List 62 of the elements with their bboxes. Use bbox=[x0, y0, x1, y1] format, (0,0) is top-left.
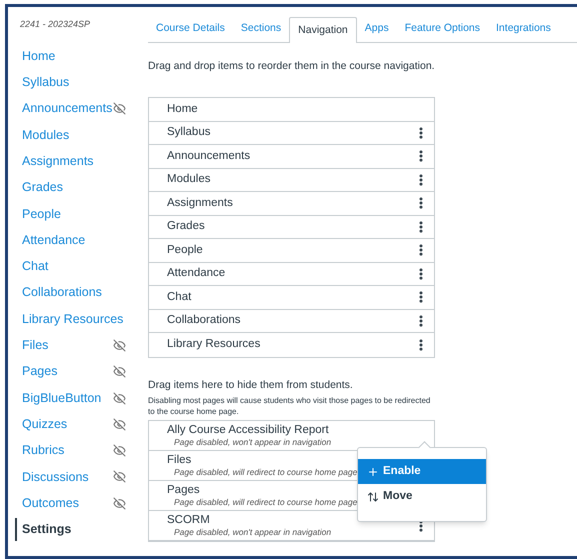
hidden-item-label: Files bbox=[167, 454, 192, 466]
settings-tab[interactable]: Integrations bbox=[488, 16, 559, 42]
navigation-item-label: Home bbox=[167, 102, 198, 117]
hidden-section-note: Disabling most pages will cause students who visit those pages to be redirected to the course home page. bbox=[148, 395, 432, 418]
navigation-item-label: Attendance bbox=[167, 266, 226, 282]
up-down-arrow-icon bbox=[367, 490, 379, 502]
settings-tab[interactable]: Course Details bbox=[148, 16, 233, 42]
sidebar-link[interactable]: Files bbox=[15, 336, 48, 355]
sidebar-link[interactable]: Assignments bbox=[15, 152, 94, 171]
navigation-item[interactable]: Grades bbox=[149, 216, 434, 239]
hidden-item-status: Page disabled, will redirect to course home page bbox=[173, 466, 358, 478]
sidebar-link[interactable]: Library Resources bbox=[15, 310, 124, 328]
navigation-item[interactable]: Attendance bbox=[149, 262, 434, 286]
navigation-item-label: Library Resources bbox=[167, 337, 260, 352]
sidebar-link[interactable]: Attendance bbox=[15, 230, 86, 250]
navigation-item[interactable]: Chat bbox=[149, 286, 434, 310]
settings-tab[interactable]: Navigation bbox=[289, 17, 357, 43]
sidebar-link[interactable]: Home bbox=[15, 46, 56, 66]
sidebar-link[interactable]: Discussions bbox=[15, 468, 89, 486]
settings-tab[interactable]: Apps bbox=[356, 16, 397, 42]
sidebar-link[interactable]: Settings bbox=[15, 518, 72, 541]
navigation-item[interactable]: Assignments bbox=[149, 192, 434, 216]
plus-icon bbox=[367, 466, 379, 478]
settings-tab[interactable]: Feature Options bbox=[396, 16, 488, 42]
hidden-item-status: Page disabled, won't appear in navigation bbox=[173, 526, 332, 538]
navigation-item[interactable]: People bbox=[149, 239, 434, 262]
navigation-item-label: Assignments bbox=[167, 196, 233, 211]
navigation-item[interactable]: Announcements bbox=[149, 145, 434, 168]
hidden-item-status: Page disabled, won't appear in navigation bbox=[173, 436, 332, 448]
hidden-item-label: SCORM bbox=[167, 514, 211, 526]
sidebar-link[interactable]: People bbox=[15, 204, 61, 224]
navigation-item[interactable]: Syllabus bbox=[149, 122, 434, 145]
sidebar-link[interactable]: Rubrics bbox=[15, 441, 64, 460]
navigation-item[interactable]: Modules bbox=[149, 168, 434, 192]
popover-menu-item[interactable]: Enable bbox=[358, 459, 486, 484]
sidebar-link[interactable]: Chat bbox=[15, 257, 48, 276]
hidden-item-status: Page disabled, will redirect to course home page bbox=[173, 496, 358, 508]
sidebar-link[interactable]: Grades bbox=[15, 178, 63, 197]
sidebar-link[interactable]: Outcomes bbox=[15, 494, 79, 513]
sidebar-link[interactable]: Collaborations bbox=[15, 283, 102, 302]
hidden-item-label: Pages bbox=[167, 484, 201, 496]
navigation-item-label: Collaborations bbox=[167, 313, 241, 328]
sidebar-link[interactable]: Syllabus bbox=[15, 73, 70, 92]
navigation-item-label: Grades bbox=[167, 219, 205, 234]
navigation-item-label: Modules bbox=[167, 172, 210, 188]
sidebar-link[interactable]: Pages bbox=[15, 362, 58, 382]
hidden-section-title: Drag items here to hide them from students. bbox=[148, 378, 354, 392]
settings-tab[interactable]: Sections bbox=[232, 16, 290, 42]
navigation-item[interactable]: Library Resources bbox=[149, 333, 434, 356]
navigation-item-label: Chat bbox=[167, 290, 192, 305]
instructions-text: Drag and drop items to reorder them in the course navigation. bbox=[148, 59, 436, 74]
navigation-item-label: Announcements bbox=[167, 148, 250, 164]
sidebar-link[interactable]: Announcements bbox=[15, 99, 112, 118]
sidebar-link[interactable]: BigBlueButton bbox=[15, 388, 102, 408]
navigation-item-label: Syllabus bbox=[167, 125, 210, 140]
navigation-item[interactable]: Home bbox=[149, 98, 434, 122]
hidden-item-label: Ally Course Accessibility Report bbox=[167, 424, 330, 436]
navigation-item-label: People bbox=[167, 242, 203, 258]
sidebar-link[interactable]: Modules bbox=[15, 126, 70, 144]
navigation-item[interactable]: Collaborations bbox=[149, 310, 434, 333]
sidebar-link[interactable]: Quizzes bbox=[15, 414, 68, 434]
course-code: 2241 - 202324SP bbox=[19, 18, 92, 31]
